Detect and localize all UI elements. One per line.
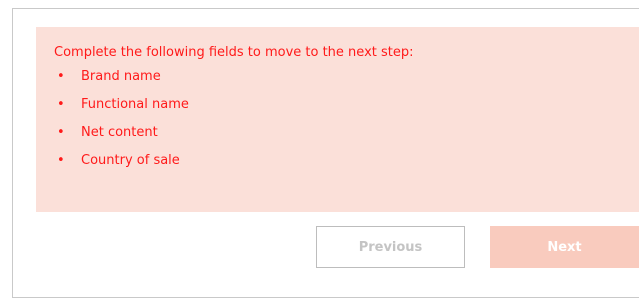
missing-field-functional-name: Functional name — [81, 97, 189, 112]
next-button[interactable]: Next — [490, 226, 639, 268]
validation-alert: Complete the following fields to move to… — [36, 27, 639, 212]
list-item: • Functional name — [54, 96, 639, 113]
bullet-icon: • — [57, 69, 65, 84]
previous-button[interactable]: Previous — [316, 226, 465, 268]
bullet-icon: • — [57, 153, 65, 168]
missing-field-brand-name: Brand name — [81, 69, 161, 84]
alert-title: Complete the following fields to move to… — [54, 45, 414, 60]
bullet-icon: • — [57, 97, 65, 112]
missing-field-net-content: Net content — [81, 125, 158, 140]
list-item: • Country of sale — [54, 152, 639, 169]
missing-field-country-of-sale: Country of sale — [81, 153, 180, 168]
bullet-icon: • — [57, 125, 65, 140]
list-item: • Net content — [54, 124, 639, 141]
missing-fields-list: • Brand name • Functional name • Net con… — [54, 68, 639, 169]
list-item: • Brand name — [54, 68, 639, 85]
